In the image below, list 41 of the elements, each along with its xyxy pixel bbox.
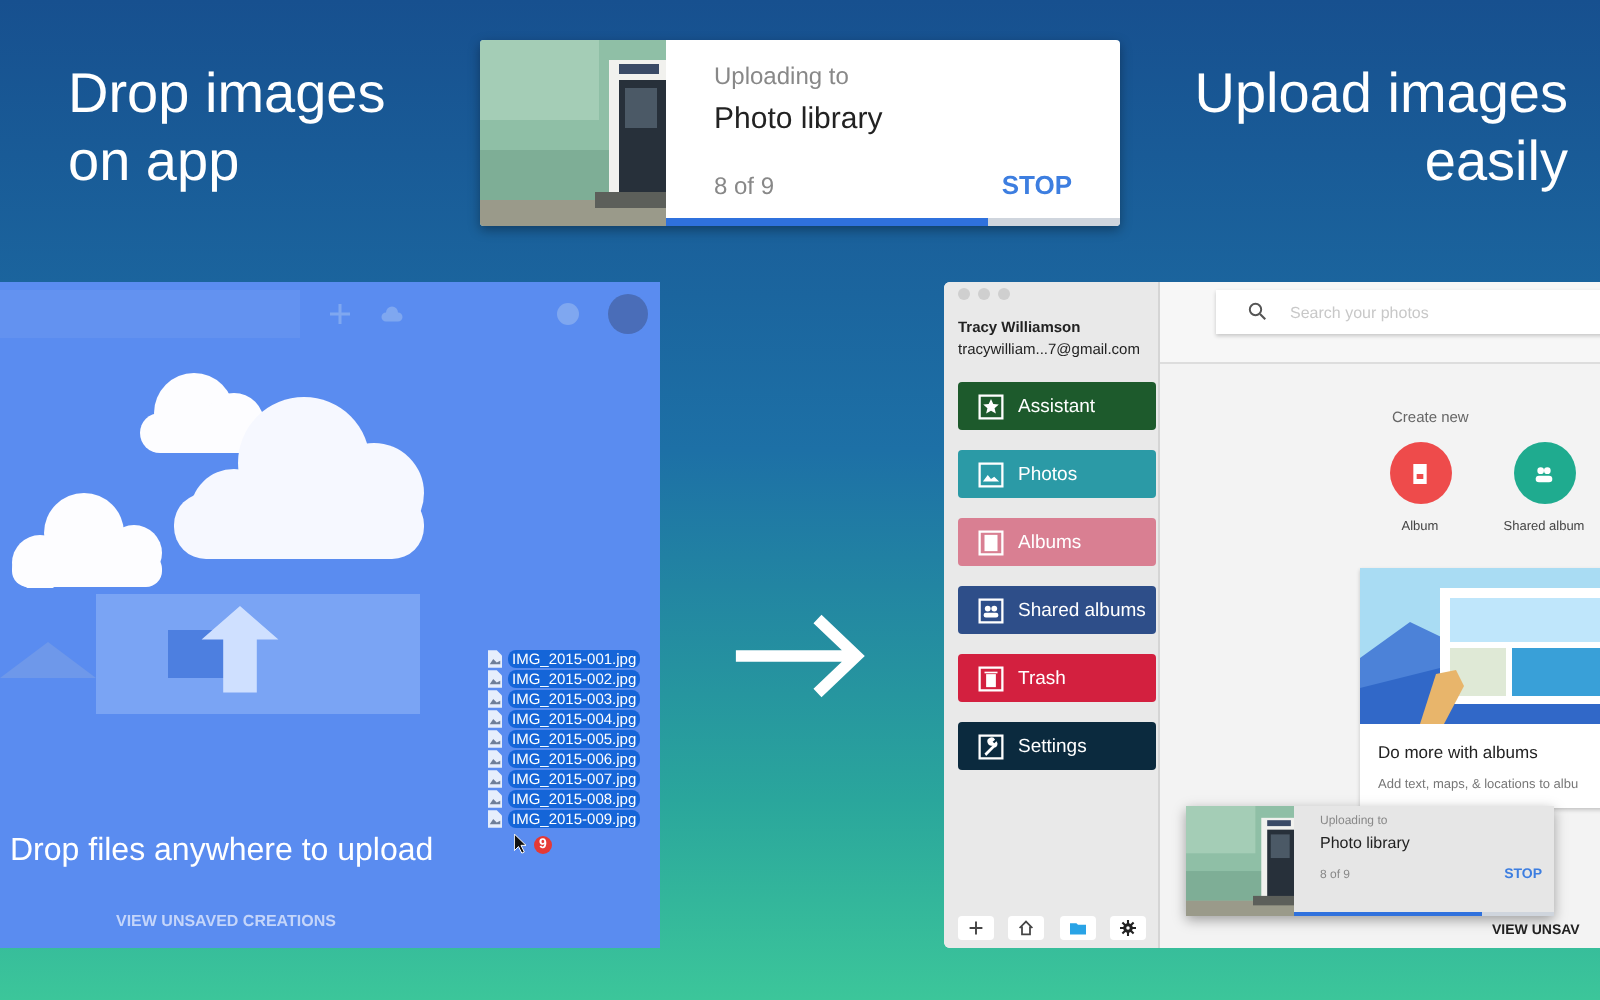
toast-destination: Photo library xyxy=(1320,834,1412,852)
photo-icon xyxy=(978,461,1004,487)
nav-button[interactable]: Assistant xyxy=(958,382,1156,430)
folder-button[interactable] xyxy=(1059,916,1096,940)
folder-icon xyxy=(1069,920,1086,936)
card-title: Do more with albums xyxy=(1378,742,1540,762)
people-icon xyxy=(1534,463,1554,483)
toast-destination: Photo library xyxy=(714,102,885,136)
nav-button[interactable]: Trash xyxy=(958,654,1156,702)
heading-line: easily xyxy=(1424,128,1568,196)
heading-line: Upload images xyxy=(1194,60,1568,128)
heading-line: Drop images xyxy=(68,60,386,128)
album-button[interactable] xyxy=(1389,442,1451,504)
shared-album-button[interactable] xyxy=(1513,442,1575,504)
trash-icon xyxy=(978,665,1004,691)
plus-icon xyxy=(968,920,984,936)
plus-icon xyxy=(328,302,352,326)
heading-line: on app xyxy=(68,128,242,196)
add-button[interactable] xyxy=(958,916,994,940)
home-button[interactable] xyxy=(1008,916,1045,940)
drop-message: Drop files anywhere to upload xyxy=(10,834,434,870)
stop-button[interactable]: STOP xyxy=(1001,170,1072,200)
people-icon xyxy=(978,597,1004,623)
nav-button[interactable]: Albums xyxy=(958,518,1156,566)
toast-label: Uploading to xyxy=(714,62,851,90)
progress-text: 8 of 9 xyxy=(714,171,775,199)
star-icon xyxy=(978,393,1004,419)
home-icon xyxy=(1018,920,1035,936)
settings-icon xyxy=(1119,920,1136,936)
wrench-icon xyxy=(978,733,1004,759)
cloud-icon xyxy=(380,302,404,326)
cursor-icon xyxy=(514,834,528,854)
arrow-icon xyxy=(732,612,868,700)
album-icon xyxy=(1410,463,1430,483)
settings-button[interactable] xyxy=(1109,916,1146,940)
nav-button[interactable]: Shared albums xyxy=(958,586,1156,634)
album-icon xyxy=(978,529,1004,555)
nav-button[interactable]: Settings xyxy=(958,722,1156,770)
avatar xyxy=(608,294,648,334)
nav-button[interactable]: Photos xyxy=(958,450,1156,498)
search-icon xyxy=(1248,302,1266,320)
